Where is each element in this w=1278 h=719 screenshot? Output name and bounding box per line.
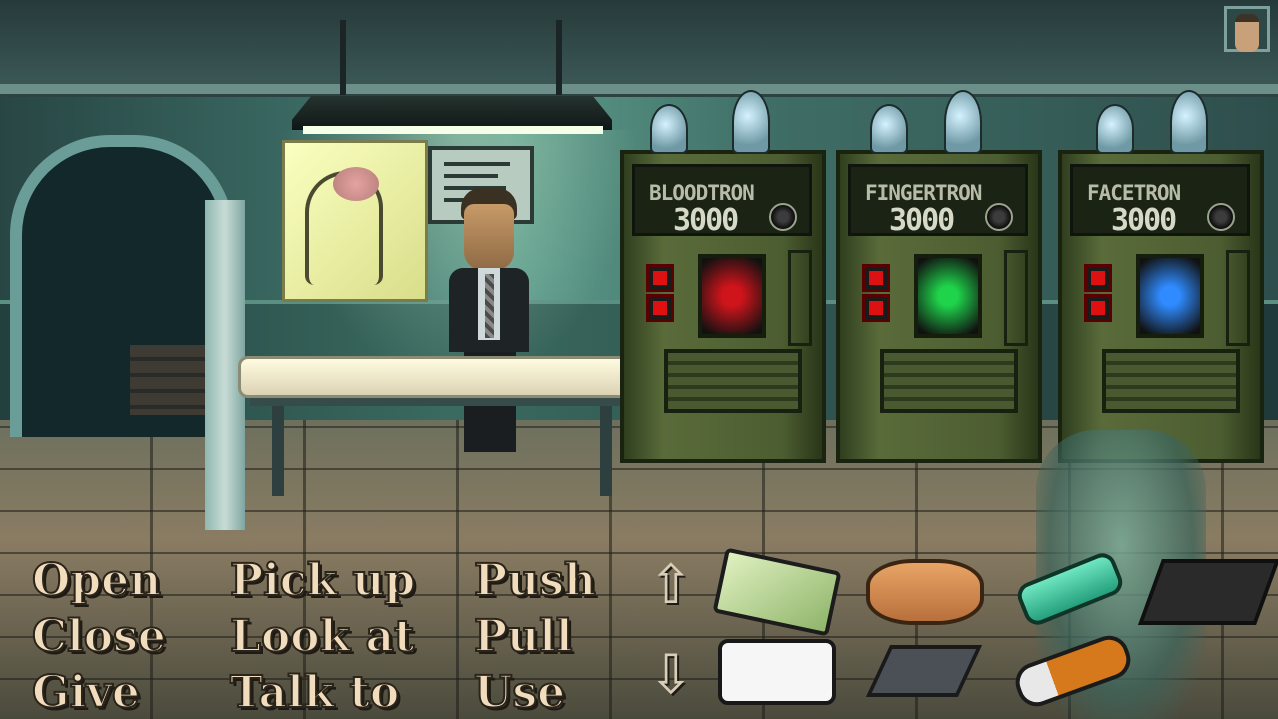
inventory-item <box>866 559 984 625</box>
brain-drawing <box>333 167 379 201</box>
machine-bulbs <box>840 74 1038 154</box>
machine-number: 3000 <box>673 203 739 238</box>
machine-name: BLOODTRON <box>649 181 755 205</box>
lamp-rod <box>556 20 562 95</box>
poster-line <box>444 162 510 166</box>
lamp-tube <box>303 126 603 134</box>
inventory-item <box>865 645 983 697</box>
fingerprint-scanner-panel[interactable] <box>914 254 982 338</box>
verb-close[interactable]: Close <box>31 614 167 660</box>
bulb-icon <box>870 104 908 154</box>
red-button[interactable] <box>862 264 890 292</box>
knob-icon[interactable] <box>769 203 797 231</box>
inventory-item <box>1010 630 1136 712</box>
agent-character[interactable] <box>444 188 534 458</box>
red-button[interactable] <box>1084 294 1112 322</box>
batteries-icon[interactable] <box>1000 629 1142 712</box>
bulb-icon <box>1170 90 1208 154</box>
red-button[interactable] <box>646 294 674 322</box>
archway-door[interactable] <box>0 95 250 530</box>
verb-open[interactable]: Open <box>31 558 162 604</box>
face-icon <box>1235 14 1259 52</box>
fingertron-machine[interactable]: FINGERTRON 3000 <box>836 90 1042 463</box>
verb-push[interactable]: Push <box>473 558 597 604</box>
verb-talk-to[interactable]: Talk to <box>229 670 400 716</box>
bulb-icon <box>650 104 688 154</box>
red-button[interactable] <box>646 264 674 292</box>
stairs[interactable] <box>130 345 210 415</box>
bulb-icon <box>732 90 770 154</box>
table-leg <box>272 400 284 496</box>
inventory-item <box>1013 549 1127 629</box>
machine-number: 3000 <box>1111 203 1177 238</box>
machine-header: FACETRON 3000 <box>1070 164 1250 238</box>
chip-icon[interactable] <box>852 629 994 705</box>
knob-icon[interactable] <box>985 203 1013 231</box>
machine-slot[interactable] <box>1102 349 1240 413</box>
character-tie <box>485 274 494 338</box>
blood-scanner-panel[interactable] <box>698 254 766 338</box>
machine-side-panel <box>1004 250 1028 346</box>
machine-side-panel <box>788 250 812 346</box>
machine-bulbs <box>624 74 822 154</box>
card-icon[interactable] <box>704 547 846 637</box>
machine-number: 3000 <box>889 203 955 238</box>
brain-poster[interactable] <box>282 140 428 302</box>
face-scanner-panel[interactable] <box>1136 254 1204 338</box>
machine-slot[interactable] <box>664 349 802 413</box>
badge-icon[interactable] <box>1136 549 1278 625</box>
red-button[interactable] <box>1084 264 1112 292</box>
machine-name: FINGERTRON <box>865 181 982 205</box>
inventory-item <box>1137 559 1278 625</box>
machine-bulbs <box>1062 74 1260 154</box>
table-leg <box>600 400 612 496</box>
machine-name: FACETRON <box>1087 181 1181 205</box>
verb-pick-up[interactable]: Pick up <box>229 558 416 604</box>
down-arrow-icon[interactable]: ⇩ <box>648 645 694 705</box>
poster-line <box>444 174 498 178</box>
facetron-machine[interactable]: FACETRON 3000 <box>1058 90 1264 463</box>
examination-table[interactable] <box>238 356 668 398</box>
red-button[interactable] <box>862 294 890 322</box>
machine-slot[interactable] <box>880 349 1018 413</box>
machine-side-panel <box>1226 250 1250 346</box>
machine-header: BLOODTRON 3000 <box>632 164 812 238</box>
game-screen: BLOODTRON 3000 FINGERTRON 3000 FACETRON … <box>0 0 1278 719</box>
ceiling-lamp[interactable] <box>292 96 612 130</box>
bloodtron-machine[interactable]: BLOODTRON 3000 <box>620 90 826 463</box>
character-face <box>464 204 514 270</box>
up-arrow-icon[interactable]: ⇧ <box>648 555 694 615</box>
inventory-item <box>712 547 842 637</box>
lamp-rod <box>340 20 346 95</box>
verb-pull[interactable]: Pull <box>473 614 574 660</box>
verb-use[interactable]: Use <box>473 670 566 716</box>
verb-look-at[interactable]: Look at <box>229 614 415 660</box>
bulb-icon <box>944 90 982 154</box>
verb-give[interactable]: Give <box>31 670 141 716</box>
bread-icon[interactable] <box>852 549 994 625</box>
knob-icon[interactable] <box>1207 203 1235 231</box>
vial-icon[interactable] <box>1000 549 1142 629</box>
camera-icon[interactable] <box>704 629 846 705</box>
character-portrait-button[interactable] <box>1224 6 1270 52</box>
machine-header: FINGERTRON 3000 <box>848 164 1028 238</box>
verb-inventory-bar: Open Close Give Pick up Look at Talk to … <box>0 545 1278 719</box>
inventory-item <box>718 639 836 705</box>
bulb-icon <box>1096 104 1134 154</box>
